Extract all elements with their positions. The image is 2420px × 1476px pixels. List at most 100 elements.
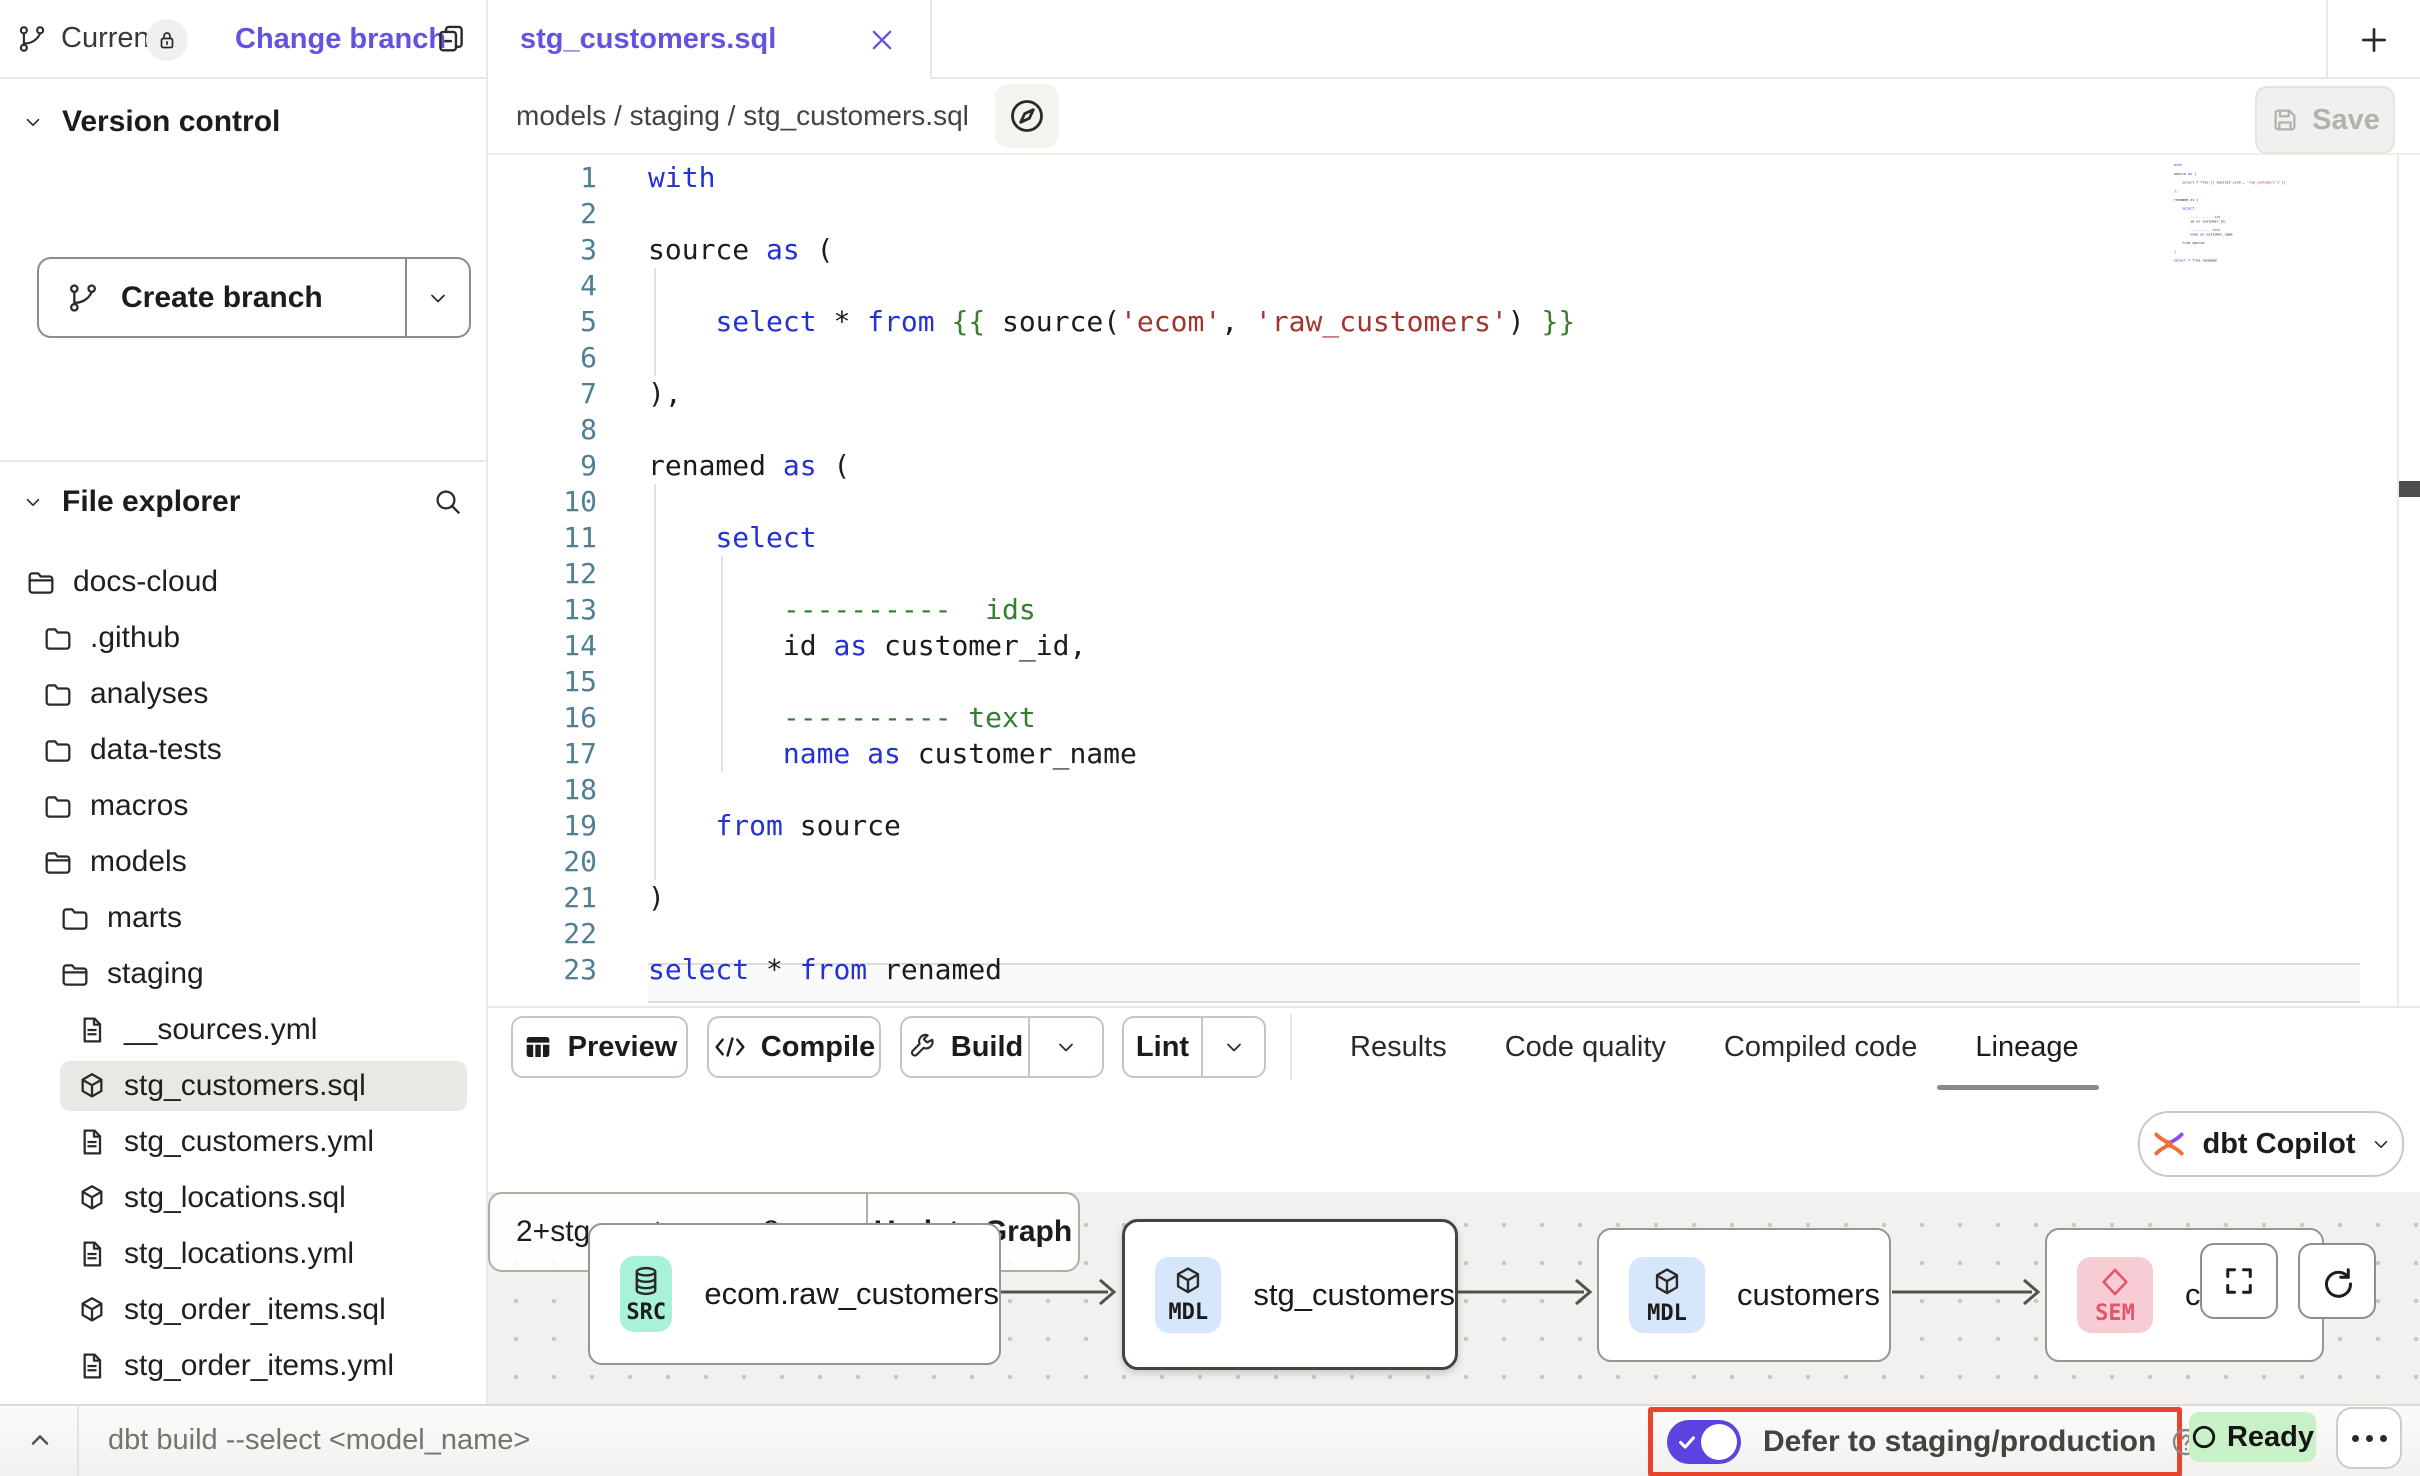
tree-item-stg_customers.sql[interactable]: stg_customers.sql	[0, 1058, 486, 1114]
code-line-7[interactable]: 7),	[488, 376, 2420, 412]
lineage-node-customers[interactable]: MDLcustomers	[1597, 1228, 1891, 1362]
tree-item-stg_locations.sql[interactable]: stg_locations.sql	[0, 1170, 486, 1226]
build-main[interactable]: Build	[902, 1018, 1028, 1076]
ready-label: Ready	[2227, 1421, 2314, 1454]
code-line-18[interactable]: 18	[488, 772, 2420, 808]
code-line-20[interactable]: 20	[488, 844, 2420, 880]
fullscreen-button[interactable]	[2200, 1243, 2278, 1319]
tree-item-docs-cloud[interactable]: docs-cloud	[0, 554, 486, 610]
file-explorer-header[interactable]: File explorer	[0, 473, 486, 531]
tree-item-label: macros	[90, 789, 188, 823]
line-number: 23	[488, 952, 597, 988]
code-line-21[interactable]: 21)	[488, 880, 2420, 916]
preview-button[interactable]: Preview	[511, 1016, 688, 1078]
tree-item-data-tests[interactable]: data-tests	[0, 722, 486, 778]
statusbar-divider	[77, 1404, 79, 1476]
status-ready-badge: Ready	[2189, 1412, 2316, 1462]
code-line-10[interactable]: 10	[488, 484, 2420, 520]
more-options-button[interactable]	[2336, 1407, 2402, 1469]
lint-main[interactable]: Lint	[1124, 1018, 1201, 1076]
folder-icon	[42, 622, 74, 654]
line-number: 8	[488, 412, 597, 448]
line-number: 15	[488, 664, 597, 700]
new-tab-button[interactable]	[2358, 24, 2390, 56]
code-line-13[interactable]: 13 ---------- ids	[488, 592, 2420, 628]
tree-item-macros[interactable]: macros	[0, 778, 486, 834]
folder-icon	[42, 734, 74, 766]
code-line-11[interactable]: 11 select	[488, 520, 2420, 556]
tree-item-.github[interactable]: .github	[0, 610, 486, 666]
code-line-4[interactable]: 4	[488, 268, 2420, 304]
panel-tab-lineage[interactable]: Lineage	[1975, 1031, 2078, 1064]
tree-item-staging[interactable]: staging	[0, 946, 486, 1002]
refresh-icon	[2319, 1263, 2355, 1299]
line-number: 21	[488, 880, 597, 916]
code-line-3[interactable]: 3source as (	[488, 232, 2420, 268]
editor-minimap[interactable]: withsource as ( select * from {{ source(…	[2174, 163, 2420, 262]
code-line-12[interactable]: 12	[488, 556, 2420, 592]
compile-button[interactable]: Compile	[707, 1016, 881, 1078]
lineage-node-customers[interactable]: SEMcustomers	[2045, 1228, 2324, 1362]
code-line-17[interactable]: 17 name as customer_name	[488, 736, 2420, 772]
search-icon[interactable]	[432, 486, 464, 518]
tree-item-stg_locations.yml[interactable]: stg_locations.yml	[0, 1226, 486, 1282]
open-docs-chip[interactable]	[995, 84, 1059, 148]
node-label: ecom.raw_customers	[704, 1276, 999, 1312]
code-line-14[interactable]: 14 id as customer_id,	[488, 628, 2420, 664]
lineage-node-stg_customers[interactable]: MDLstg_customers	[1122, 1219, 1458, 1370]
git-branch-icon	[67, 282, 99, 314]
refresh-button[interactable]	[2298, 1243, 2376, 1319]
tree-item-label: data-tests	[90, 733, 222, 767]
command-input[interactable]: dbt build --select <model_name>	[108, 1404, 530, 1476]
code-line-16[interactable]: 16 ---------- text	[488, 700, 2420, 736]
save-button[interactable]: Save	[2255, 86, 2395, 154]
tree-item-stg_customers.yml[interactable]: stg_customers.yml	[0, 1114, 486, 1170]
code-line-9[interactable]: 9renamed as (	[488, 448, 2420, 484]
doc-icon	[76, 1014, 108, 1046]
lint-caret[interactable]	[1203, 1018, 1264, 1076]
create-branch-caret[interactable]	[407, 259, 469, 336]
code-line-22[interactable]: 22	[488, 916, 2420, 952]
build-caret[interactable]	[1030, 1018, 1102, 1076]
build-label: Build	[951, 1031, 1024, 1064]
tree-item-models[interactable]: models	[0, 834, 486, 890]
tree-item-stg_order_items.sql[interactable]: stg_order_items.sql	[0, 1282, 486, 1338]
version-control-title: Version control	[62, 105, 280, 139]
code-line-19[interactable]: 19 from source	[488, 808, 2420, 844]
lineage-node-ecom.raw_customers[interactable]: SRCecom.raw_customers	[588, 1223, 1001, 1365]
lock-icon	[155, 28, 179, 52]
code-line-5[interactable]: 5 select * from {{ source('ecom', 'raw_c…	[488, 304, 2420, 340]
active-tab-underline	[1937, 1085, 2099, 1090]
create-branch-main[interactable]: Create branch	[39, 259, 407, 336]
lint-button[interactable]: Lint	[1122, 1016, 1266, 1078]
chevron-up-icon[interactable]	[26, 1426, 54, 1454]
panel-tab-compiled-code[interactable]: Compiled code	[1724, 1031, 1917, 1064]
code-line-2[interactable]: 2	[488, 196, 2420, 232]
build-button[interactable]: Build	[900, 1016, 1104, 1078]
code-line-8[interactable]: 8	[488, 412, 2420, 448]
tab-stg-customers[interactable]: stg_customers.sql	[486, 0, 932, 79]
folder-open-icon	[42, 846, 74, 878]
close-icon[interactable]	[868, 26, 896, 54]
editor-lines: 1with23source as (45 select * from {{ so…	[488, 155, 2420, 988]
defer-toggle[interactable]	[1667, 1420, 1741, 1464]
panel-tab-results[interactable]: Results	[1350, 1031, 1447, 1064]
tree-item-label: staging	[107, 957, 204, 991]
create-branch-button[interactable]: Create branch	[37, 257, 471, 338]
tree-item-__sources.yml[interactable]: __sources.yml	[0, 1002, 486, 1058]
tree-item-analyses[interactable]: analyses	[0, 666, 486, 722]
copy-icon[interactable]	[434, 22, 468, 56]
code-editor[interactable]: 1with23source as (45 select * from {{ so…	[488, 155, 2420, 1006]
tree-item-marts[interactable]: marts	[0, 890, 486, 946]
tree-item-stg_order_items.yml[interactable]: stg_order_items.yml	[0, 1338, 486, 1394]
code-line-15[interactable]: 15	[488, 664, 2420, 700]
code-line-1[interactable]: 1with	[488, 160, 2420, 196]
lineage-canvas[interactable]: SRCecom.raw_customers MDLstg_customers MDL…	[488, 1192, 2420, 1404]
code-line-6[interactable]: 6	[488, 340, 2420, 376]
dbt-copilot-button[interactable]: dbt Copilot	[2138, 1111, 2404, 1177]
code-line-23[interactable]: 23select * from renamed	[488, 952, 2420, 988]
change-branch-link[interactable]: Change branch	[235, 23, 446, 56]
panel-tab-code-quality[interactable]: Code quality	[1505, 1031, 1666, 1064]
create-branch-label: Create branch	[121, 281, 323, 315]
version-control-header[interactable]: Version control	[0, 79, 486, 165]
